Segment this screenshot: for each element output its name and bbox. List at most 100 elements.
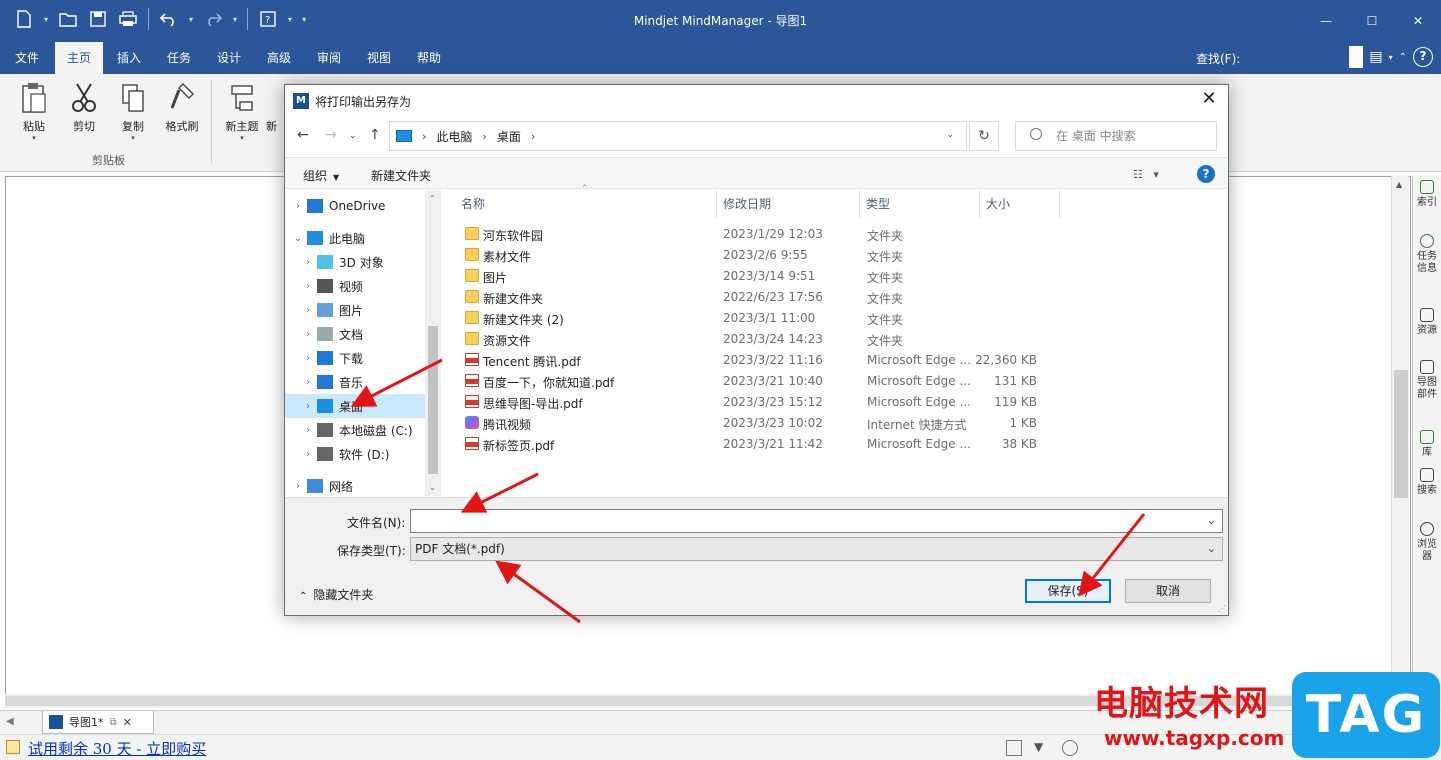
file-row[interactable]: 河东软件园 2023/1/29 12:03 文件夹 [457, 224, 1077, 245]
scroll-down-icon[interactable]: ⌄ [429, 483, 436, 492]
nav-item[interactable]: › 文档 [285, 322, 425, 346]
scroll-up-icon[interactable]: ⌃ [429, 194, 436, 203]
side-browser-button[interactable]: 浏览器 [1416, 522, 1438, 563]
column-header-type[interactable]: 类型 [860, 190, 980, 218]
breadcrumb-this-pc[interactable]: 此电脑 [436, 128, 472, 145]
nav-scrollbar[interactable]: ⌃ ⌄ [425, 190, 441, 496]
tab-scroll-left-icon[interactable]: ◀ [6, 716, 14, 727]
cut-button[interactable]: 剪切 [60, 82, 108, 134]
file-row[interactable]: 腾讯视频 2023/3/23 10:02 Internet 快捷方式 1 KB [457, 413, 1077, 434]
file-row[interactable]: 素材文件 2023/2/6 9:55 文件夹 [457, 245, 1077, 266]
chevron-right-icon[interactable]: › [299, 425, 317, 436]
hide-folders-toggle[interactable]: ⌃ 隐藏文件夹 [299, 586, 373, 603]
tab-advanced[interactable]: 高级 [256, 42, 302, 74]
file-row[interactable]: 新建文件夹 (2) 2023/3/1 11:00 文件夹 [457, 308, 1077, 329]
forward-arrow-icon[interactable]: → [325, 127, 337, 143]
nav-item[interactable]: › 视频 [285, 274, 425, 298]
paste-dropdown-icon[interactable]: ▾ [10, 134, 58, 142]
savetype-select[interactable]: PDF 文档(*.pdf) ⌄ [410, 537, 1223, 561]
copy-dropdown-icon[interactable]: ▾ [109, 134, 157, 142]
scroll-up-icon[interactable]: ▲ [1396, 180, 1402, 189]
tab-home[interactable]: 主页 [55, 42, 103, 74]
close-tab-icon[interactable]: ✕ [123, 716, 132, 729]
address-dropdown-icon[interactable]: ⌄ [946, 130, 954, 140]
nav-item[interactable]: › 音乐 [285, 370, 425, 394]
cancel-button[interactable]: 取消 [1125, 579, 1211, 603]
chevron-right-icon[interactable]: › [299, 401, 317, 412]
filter-icon[interactable]: ▼ [1034, 740, 1050, 756]
refresh-button[interactable]: ↻ [969, 121, 999, 151]
new-topic-button[interactable]: 新主题 ▾ [218, 82, 266, 142]
side-map-parts-button[interactable]: 导图部件 [1416, 360, 1438, 401]
tab-insert[interactable]: 插入 [106, 42, 152, 74]
doc-tab-map1[interactable]: 导图1* ⧉ ✕ [42, 711, 154, 734]
dialog-close-button[interactable]: ✕ [1196, 87, 1222, 113]
chevron-right-icon[interactable]: › [422, 130, 426, 143]
tab-view[interactable]: 视图 [356, 42, 402, 74]
chevron-down-icon[interactable]: ⌄ [1207, 510, 1216, 532]
side-index-button[interactable]: 索引 [1416, 180, 1438, 209]
nav-item[interactable]: › 3D 对象 [285, 250, 425, 274]
close-window-button[interactable]: ✕ [1395, 0, 1441, 42]
nav-item[interactable]: › 桌面 [285, 394, 425, 418]
column-header-date[interactable]: 修改日期 [717, 190, 860, 218]
nav-item[interactable]: ⌄ 此电脑 [285, 226, 425, 250]
breadcrumb-desktop[interactable]: 桌面 [497, 128, 521, 145]
tab-tasks[interactable]: 任务 [156, 42, 202, 74]
side-resources-button[interactable]: 资源 [1416, 308, 1438, 337]
back-arrow-icon[interactable]: ← [297, 127, 309, 143]
side-task-info-button[interactable]: 任务信息 [1416, 234, 1438, 275]
organize-button[interactable]: 组织 ▼ [303, 167, 339, 184]
layout-dropdown-icon[interactable]: ▾ [1389, 53, 1393, 62]
chevron-right-icon[interactable]: › [299, 257, 317, 268]
file-row[interactable]: Tencent 腾讯.pdf 2023/3/22 11:16 Microsoft E… [457, 350, 1077, 371]
chevron-right-icon[interactable]: › [482, 130, 486, 143]
new-folder-button[interactable]: 新建文件夹 [371, 167, 431, 184]
file-row[interactable]: 百度一下，你就知道.pdf 2023/3/21 10:40 Microsoft Ed… [457, 371, 1077, 392]
scroll-thumb[interactable] [428, 326, 438, 474]
save-button[interactable]: 保存(S) [1025, 579, 1111, 603]
chevron-right-icon[interactable]: › [299, 353, 317, 364]
canvas-vertical-scrollbar[interactable]: ▲ [1391, 176, 1409, 694]
tab-review[interactable]: 审阅 [306, 42, 352, 74]
new-subtopic-button[interactable]: 新 [266, 82, 282, 134]
recent-locations-icon[interactable]: ⌄ [349, 131, 357, 141]
tab-design[interactable]: 设计 [206, 42, 252, 74]
file-row[interactable]: 图片 2023/3/14 9:51 文件夹 [457, 266, 1077, 287]
float-tab-icon[interactable]: ⧉ [110, 717, 117, 728]
file-row[interactable]: 新建文件夹 2022/6/23 17:56 文件夹 [457, 287, 1077, 308]
column-header-name[interactable]: 名称 [455, 190, 717, 218]
file-row[interactable]: 思维导图-导出.pdf 2023/3/23 15:12 Microsoft Edge… [457, 392, 1077, 413]
ribbon-help-icon[interactable]: ? [1413, 47, 1433, 67]
resize-grip-icon[interactable]: ⋰ [1218, 604, 1226, 613]
paste-button[interactable]: 粘贴 ▾ [10, 82, 58, 142]
chevron-right-icon[interactable]: › [299, 281, 317, 292]
chevron-right-icon[interactable]: › [289, 481, 307, 492]
file-row[interactable]: 新标签页.pdf 2023/3/21 11:42 Microsoft Edge ..… [457, 434, 1077, 455]
view-options-button[interactable]: ☷ ▾ [1133, 168, 1159, 181]
maximize-button[interactable]: ☐ [1349, 0, 1395, 42]
nav-item[interactable]: › 网络 [285, 474, 425, 498]
tab-help[interactable]: 帮助 [406, 42, 452, 74]
trial-buy-link[interactable]: 试用剩余 30 天 - 立即购买 [28, 738, 206, 759]
nav-item[interactable]: › 图片 [285, 298, 425, 322]
address-bar[interactable]: › 此电脑 › 桌面 › ⌄ [389, 121, 967, 151]
chevron-right-icon[interactable]: › [299, 305, 317, 316]
chevron-down-icon[interactable]: ⌄ [1207, 538, 1216, 560]
layout-icon[interactable]: ▤ [1369, 49, 1382, 65]
chevron-down-icon[interactable]: ⌄ [289, 233, 307, 244]
chevron-right-icon[interactable]: › [299, 377, 317, 388]
minimize-button[interactable]: — [1303, 0, 1349, 42]
find-dropdown[interactable] [1349, 46, 1364, 68]
dialog-help-icon[interactable]: ? [1197, 165, 1215, 183]
file-row[interactable]: 资源文件 2023/3/24 14:23 文件夹 [457, 329, 1077, 350]
format-painter-button[interactable]: 格式刷 [158, 82, 206, 134]
tab-file[interactable]: 文件 [4, 42, 50, 74]
nav-item[interactable]: › 下载 [285, 346, 425, 370]
navigate-icon[interactable] [1062, 740, 1078, 756]
outline-view-icon[interactable] [1006, 740, 1022, 756]
new-topic-dropdown-icon[interactable]: ▾ [218, 134, 266, 142]
side-search-button[interactable]: 搜索 [1416, 468, 1438, 497]
column-header-size[interactable]: 大小 [980, 190, 1060, 218]
chevron-right-icon[interactable]: › [531, 130, 535, 143]
